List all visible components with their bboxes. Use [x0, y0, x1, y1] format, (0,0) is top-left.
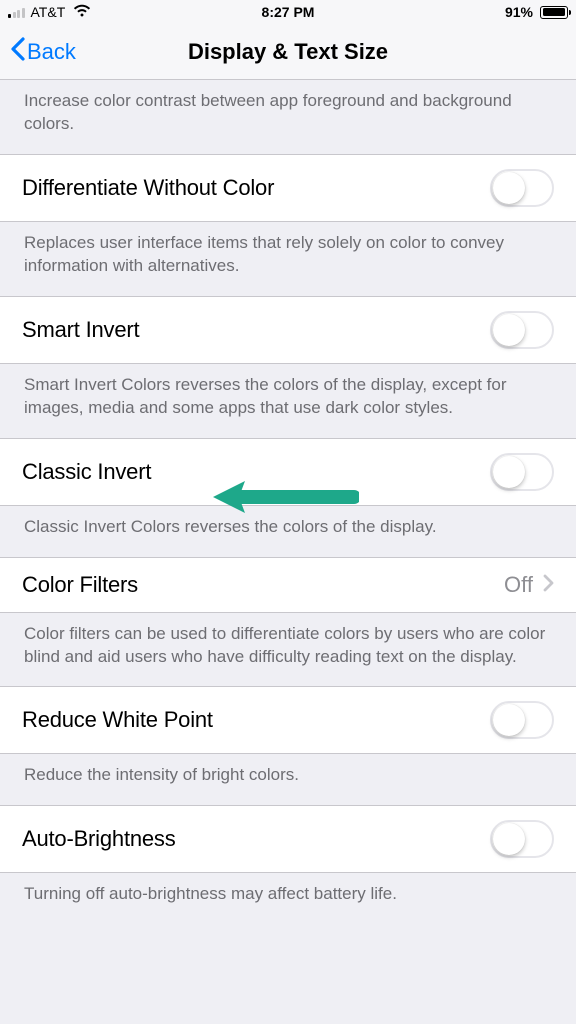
differentiate-without-color-row[interactable]: Differentiate Without Color	[0, 154, 576, 222]
classic-invert-footer: Classic Invert Colors reverses the color…	[0, 506, 576, 557]
classic-invert-toggle[interactable]	[490, 453, 554, 491]
row-label: Auto-Brightness	[22, 826, 176, 852]
nav-bar: Back Display & Text Size	[0, 24, 576, 80]
auto-brightness-toggle[interactable]	[490, 820, 554, 858]
carrier-label: AT&T	[31, 4, 66, 20]
battery-percent: 91%	[505, 4, 533, 20]
color-filters-row[interactable]: Color Filters Off	[0, 557, 576, 613]
reduce-white-point-toggle[interactable]	[490, 701, 554, 739]
auto-brightness-footer: Turning off auto-brightness may affect b…	[0, 873, 576, 924]
smart-invert-row[interactable]: Smart Invert	[0, 296, 576, 364]
auto-brightness-row[interactable]: Auto-Brightness	[0, 805, 576, 873]
status-right: 91%	[505, 4, 568, 20]
row-label: Differentiate Without Color	[22, 175, 274, 201]
differentiate-without-color-footer: Replaces user interface items that rely …	[0, 222, 576, 296]
reduce-white-point-footer: Reduce the intensity of bright colors.	[0, 754, 576, 805]
reduce-white-point-row[interactable]: Reduce White Point	[0, 686, 576, 754]
differentiate-without-color-toggle[interactable]	[490, 169, 554, 207]
clock: 8:27 PM	[262, 4, 315, 20]
row-label: Reduce White Point	[22, 707, 213, 733]
increase-contrast-footer: Increase color contrast between app fore…	[0, 80, 576, 154]
row-label: Color Filters	[22, 572, 138, 598]
wifi-icon	[73, 4, 91, 20]
back-chevron-icon	[10, 37, 25, 67]
back-button[interactable]: Back	[10, 37, 76, 67]
page-title: Display & Text Size	[188, 39, 388, 65]
back-label: Back	[27, 39, 76, 65]
color-filters-footer: Color filters can be used to differentia…	[0, 613, 576, 687]
signal-bars-icon	[8, 6, 25, 18]
row-value-wrap: Off	[504, 572, 554, 598]
row-label: Classic Invert	[22, 459, 151, 485]
smart-invert-toggle[interactable]	[490, 311, 554, 349]
smart-invert-footer: Smart Invert Colors reverses the colors …	[0, 364, 576, 438]
classic-invert-row[interactable]: Classic Invert	[0, 438, 576, 506]
row-label: Smart Invert	[22, 317, 139, 343]
status-bar: AT&T 8:27 PM 91%	[0, 0, 576, 24]
battery-icon	[540, 6, 568, 19]
color-filters-value: Off	[504, 572, 533, 598]
status-left: AT&T	[8, 4, 91, 20]
chevron-right-icon	[543, 572, 554, 598]
